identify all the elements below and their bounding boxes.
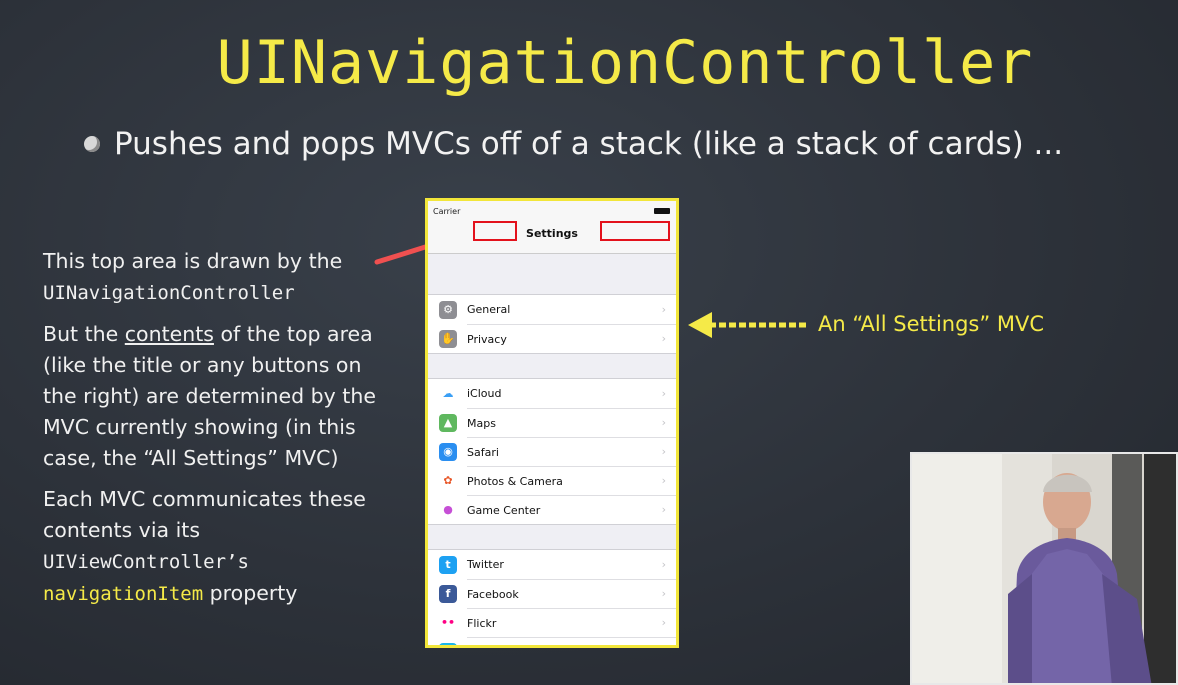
chevron-right-icon: › (661, 616, 666, 629)
settings-row-label: Game Center (467, 494, 676, 525)
battery-icon (654, 208, 670, 214)
chevron-right-icon: › (662, 645, 666, 648)
settings-row-label: Photos & Camera (467, 465, 676, 496)
flower-icon: ✿ (439, 471, 457, 490)
carrier-label: Carrier (433, 207, 461, 216)
right-bar-button-highlight[interactable] (600, 221, 670, 241)
chevron-right-icon: › (661, 503, 666, 516)
navigation-bar: Settings (428, 221, 676, 254)
gear-icon: ⚙ (439, 300, 457, 319)
chevron-right-icon: › (661, 303, 666, 316)
settings-row-label: iCloud (467, 387, 502, 400)
settings-row-facebook[interactable]: f Facebook › (428, 578, 676, 609)
status-bar: Carrier (428, 201, 676, 221)
settings-row-flickr[interactable]: •• Flickr › (428, 607, 676, 638)
hand-icon: ✋ (439, 329, 457, 348)
settings-row-label: Flickr (467, 607, 676, 638)
presenter-video (910, 452, 1178, 685)
settings-row-general[interactable]: ⚙ General › (428, 295, 676, 324)
vimeo-icon: v (439, 642, 457, 645)
compass-icon: ◉ (439, 442, 457, 461)
settings-row-safari[interactable]: ◉ Safari › (428, 436, 676, 467)
settings-row-label: General (467, 303, 511, 316)
chevron-right-icon: › (661, 387, 666, 400)
settings-section-3: tTwitter›fFacebook›••Flickr›vVimeo› (428, 549, 676, 648)
chevron-right-icon: › (661, 474, 666, 487)
chevron-right-icon: › (661, 587, 666, 600)
settings-row-label: Privacy (467, 323, 676, 354)
cloud-icon: ☁ (439, 384, 457, 403)
settings-row-maps[interactable]: ▲ Maps › (428, 407, 676, 438)
settings-row-vimeo[interactable]: v Vimeo› (428, 636, 676, 648)
settings-section-1: ⚙ General › ✋ Privacy › (428, 294, 676, 354)
settings-row-label: Safari (467, 436, 676, 467)
presenter-image (912, 454, 1176, 683)
bubbles-icon: ● (439, 500, 457, 519)
map-icon: ▲ (439, 413, 457, 432)
facebook-icon: f (439, 584, 457, 603)
chevron-right-icon: › (661, 416, 666, 429)
chevron-right-icon: › (661, 558, 666, 571)
settings-row-photos-camera[interactable]: ✿ Photos & Camera › (428, 465, 676, 496)
flickr-icon: •• (439, 613, 457, 632)
settings-row-twitter[interactable]: t Twitter › (428, 550, 676, 579)
twitter-icon: t (439, 555, 457, 574)
settings-row-label: Vimeo (467, 636, 676, 646)
settings-row-label: Maps (467, 407, 676, 438)
settings-row-label: Facebook (467, 578, 676, 609)
yellow-arrow-icon (688, 312, 806, 338)
chevron-right-icon: › (661, 445, 666, 458)
settings-row-privacy[interactable]: ✋ Privacy › (428, 323, 676, 354)
chevron-right-icon: › (661, 332, 666, 345)
settings-row-label: Twitter (467, 558, 504, 571)
settings-row-game-center[interactable]: ● Game Center › (428, 494, 676, 525)
settings-section-2: ☁ iCloud › ▲ Maps › ◉ Safari › ✿ Photos & Camera › ●… (428, 378, 676, 525)
settings-row-icloud[interactable]: ☁ iCloud › (428, 379, 676, 408)
phone-screenshot: Carrier Settings ⚙ General › ✋ Privacy › ☁ iCl… (425, 198, 679, 648)
